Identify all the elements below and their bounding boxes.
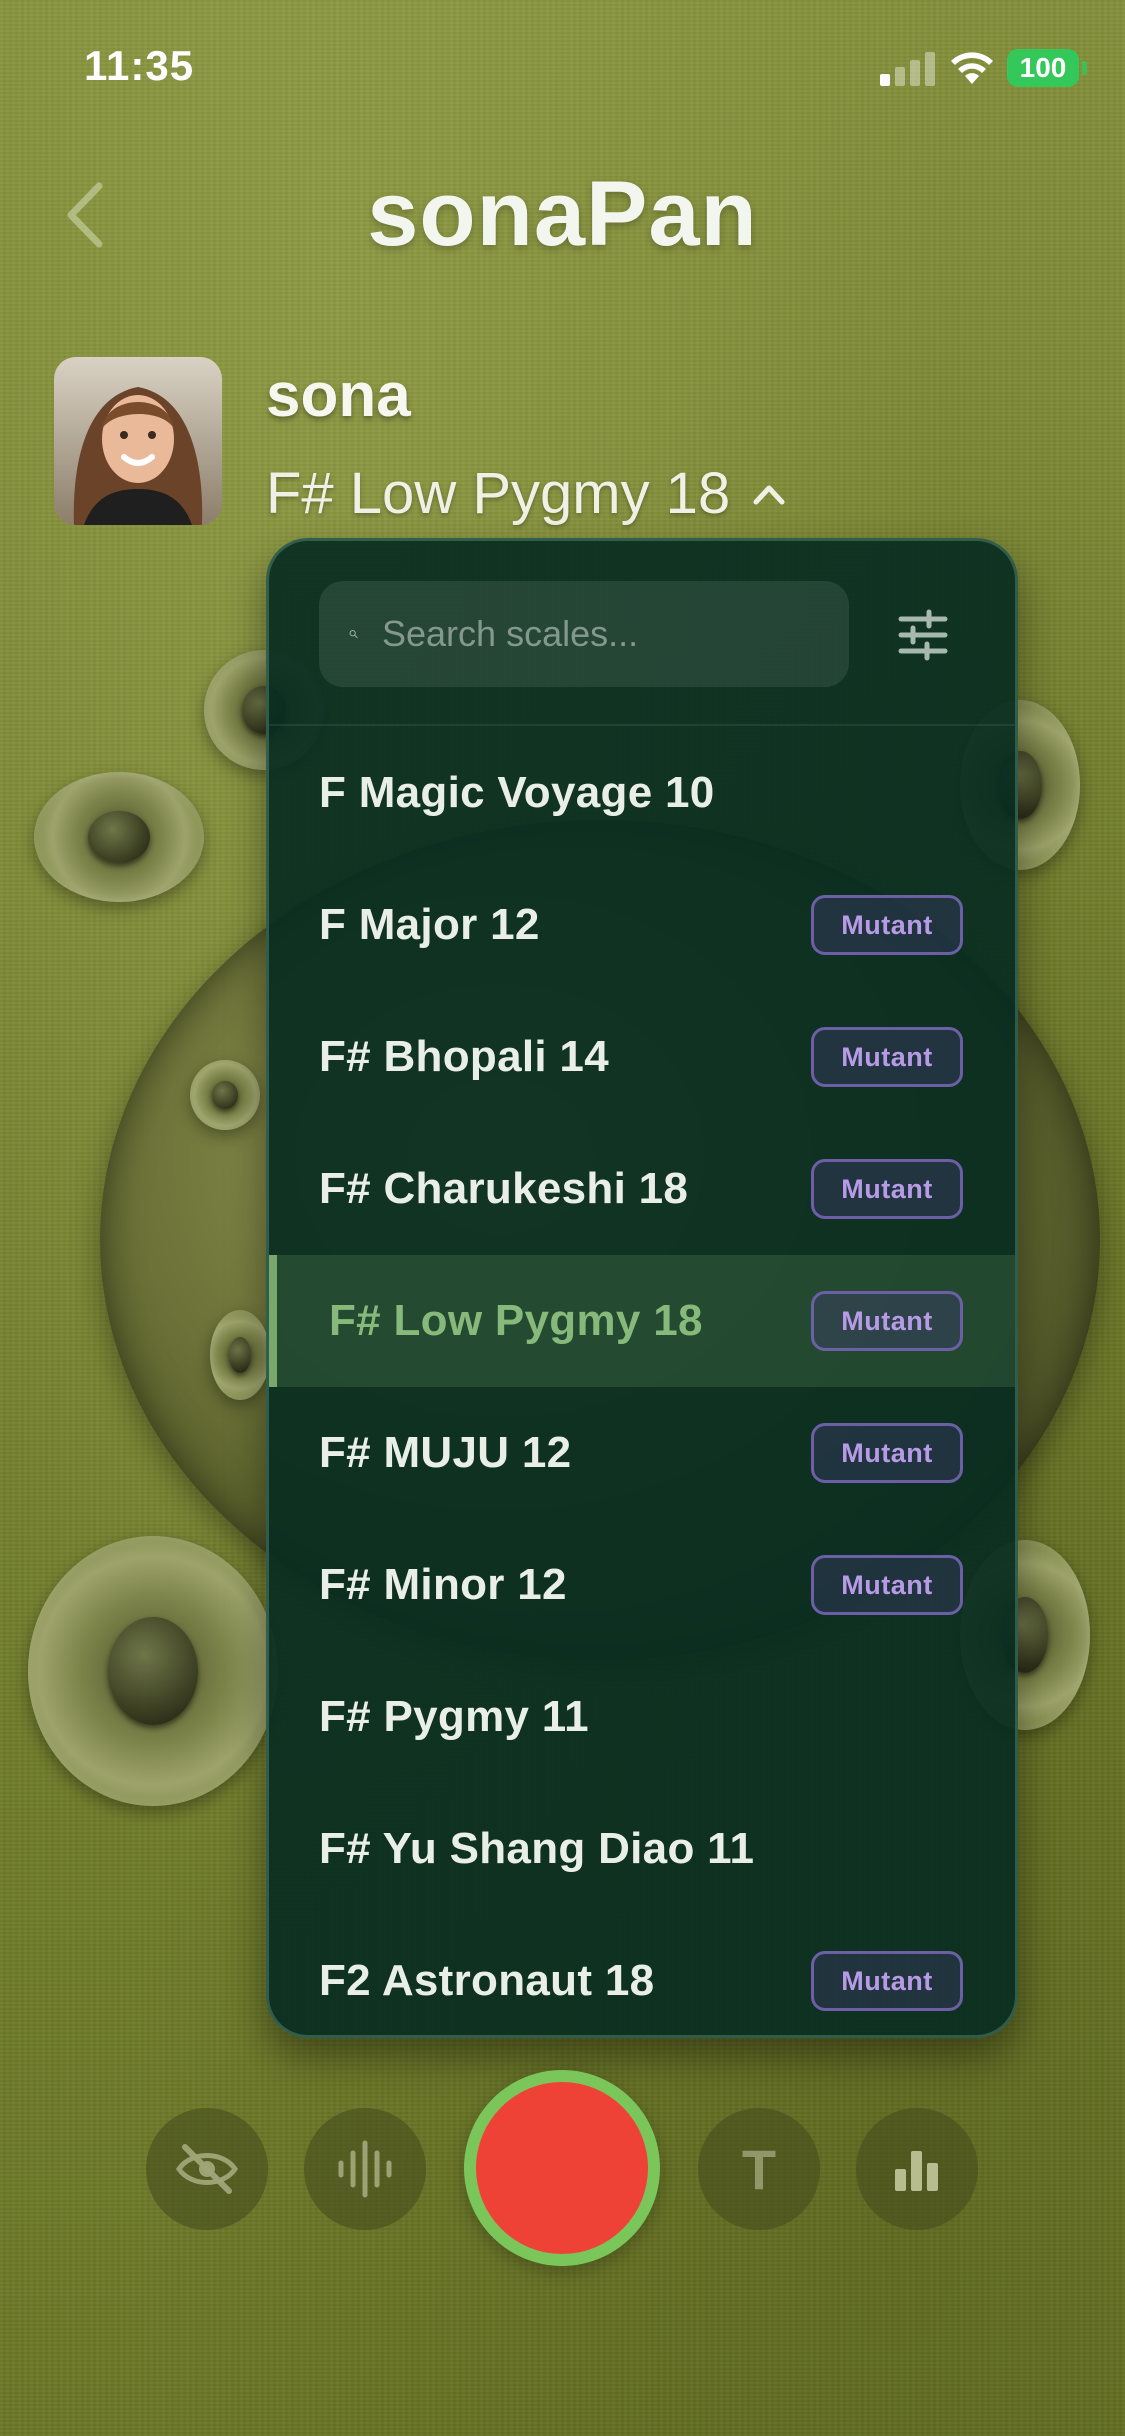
battery-nub [1082,61,1087,75]
scale-item[interactable]: F Magic Voyage 10 [269,727,1015,859]
wifi-icon [951,52,993,84]
mutant-badge: Mutant [811,1951,963,2011]
handpan-note [34,772,204,902]
cellular-signal-icon [880,52,935,86]
scale-dropdown: F Magic Voyage 10 F Major 12 Mutant F# B… [266,538,1018,2038]
scale-list: F Magic Voyage 10 F Major 12 Mutant F# B… [269,727,1015,2035]
chevron-up-icon [753,485,785,504]
user-photo [54,357,222,525]
search-box[interactable] [319,581,849,687]
search-input[interactable] [380,612,849,656]
mutant-badge: Mutant [811,1291,963,1351]
scale-item-name: F2 Astronaut 18 [319,1956,655,2005]
handpan-note [190,1060,260,1130]
scale-item[interactable]: F# Charukeshi 18 Mutant [269,1123,1015,1255]
mutant-badge: Mutant [811,1027,963,1087]
divider [269,724,1015,726]
scale-item-selected[interactable]: F# Low Pygmy 18 Mutant [269,1255,1015,1387]
mutant-badge: Mutant [811,1423,963,1483]
scale-item[interactable]: F# Minor 12 Mutant [269,1519,1015,1651]
record-button[interactable] [464,2070,660,2266]
status-time: 11:35 [84,42,195,89]
scale-item-name: F# Low Pygmy 18 [329,1296,703,1345]
bar-chart-icon [895,2151,938,2191]
scale-item-name: F Magic Voyage 10 [319,768,715,817]
mutant-badge: Mutant [811,895,963,955]
text-icon: T [741,2137,777,2201]
scale-item-name: F# Pygmy 11 [319,1692,589,1741]
filter-sliders-icon[interactable] [897,609,949,661]
record-button-inner [476,2082,648,2254]
visibility-toggle-button[interactable] [146,2108,268,2230]
handpan-note [28,1536,278,1806]
battery-indicator: 100 [1007,49,1079,87]
scale-item-name: F# Yu Shang Diao 11 [319,1824,755,1873]
status-bar: 11:35 100 [0,0,1125,140]
mutant-badge: Mutant [811,1159,963,1219]
waveform-button[interactable] [304,2108,426,2230]
current-scale-label: F# Low Pygmy 18 [266,461,731,526]
mutant-badge: Mutant [811,1555,963,1615]
avatar[interactable] [54,357,222,525]
scale-item-name: F# Minor 12 [319,1560,567,1609]
username: sona [266,361,411,430]
stats-button[interactable] [856,2108,978,2230]
scale-item-name: F# MUJU 12 [319,1428,572,1477]
search-icon [349,630,358,639]
scale-item[interactable]: F2 Astronaut 18 Mutant [269,1915,1015,2035]
waveform-icon [338,2140,392,2198]
scale-item[interactable]: F# Bhopali 14 Mutant [269,991,1015,1123]
scale-item-name: F Major 12 [319,900,540,949]
scale-item-name: F# Bhopali 14 [319,1032,609,1081]
scale-selector[interactable]: F# Low Pygmy 18 [266,460,786,527]
scale-item[interactable]: F# Pygmy 11 [269,1651,1015,1783]
scale-item[interactable]: F# MUJU 12 Mutant [269,1387,1015,1519]
scale-item[interactable]: F Major 12 Mutant [269,859,1015,991]
scale-item-name: F# Charukeshi 18 [319,1164,689,1213]
text-button[interactable]: T [698,2108,820,2230]
handpan-note [210,1310,270,1400]
eye-slash-icon [175,2144,239,2194]
app-title: sonaPan [367,163,758,265]
scale-item[interactable]: F# Yu Shang Diao 11 [269,1783,1015,1915]
